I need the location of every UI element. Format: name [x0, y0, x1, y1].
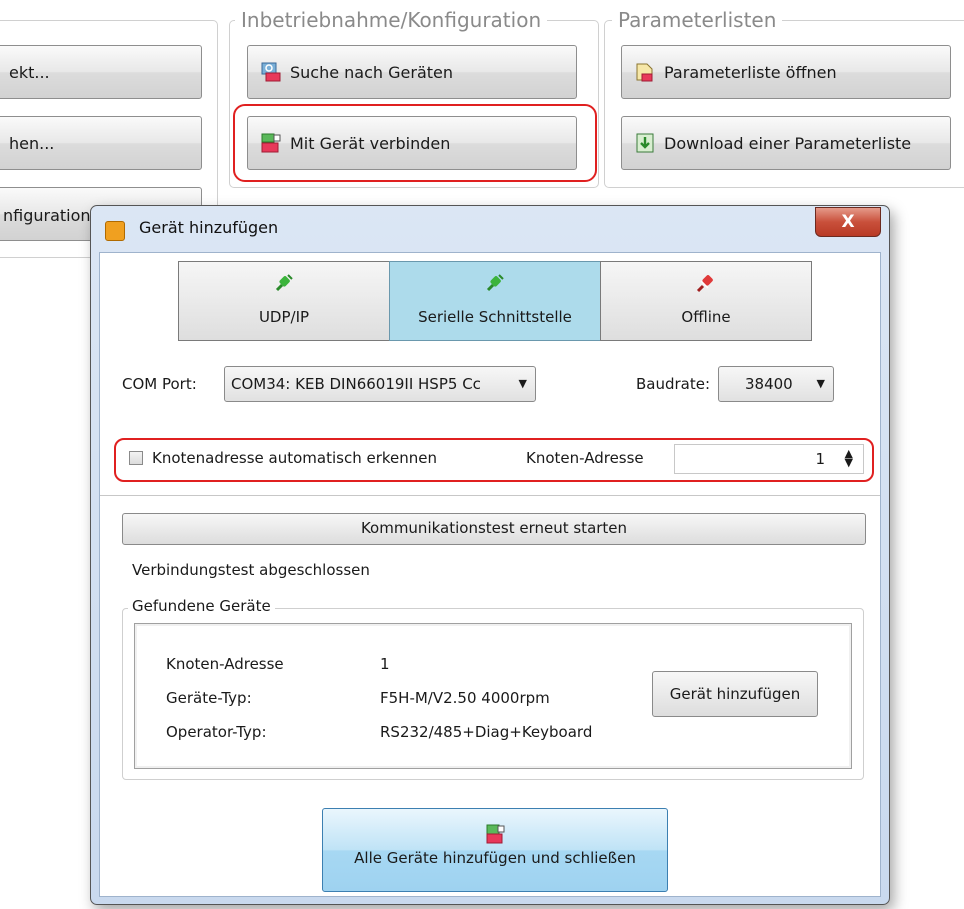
green-plug-icon	[484, 272, 506, 294]
connection-status-text: Verbindungstest abgeschlossen	[132, 561, 370, 579]
device-search-icon	[260, 61, 282, 83]
download-parameter-list-button[interactable]: Download einer Parameterliste	[621, 116, 951, 170]
tab-serial-interface-label: Serielle Schnittstelle	[418, 308, 572, 326]
device-type-value: F5H-M/V2.50 4000rpm	[380, 689, 550, 707]
app-icon	[105, 221, 125, 241]
green-plug-icon	[273, 272, 295, 294]
tab-udp-ip-label: UDP/IP	[258, 308, 310, 326]
open-file-icon	[634, 61, 656, 83]
operator-type-label: Operator-Typ:	[166, 723, 267, 741]
tab-offline-label: Offline	[681, 308, 731, 326]
com-port-select[interactable]: COM34: KEB DIN66019II HSP5 Cc ▼	[224, 366, 536, 402]
tab-serial-interface[interactable]: Serielle Schnittstelle	[389, 261, 601, 341]
open-button-label: hen...	[9, 133, 55, 153]
tab-offline[interactable]: Offline	[600, 261, 812, 341]
close-button[interactable]: X	[815, 207, 881, 237]
chevron-down-icon: ▼	[518, 377, 527, 390]
chevron-down-icon: ▼	[816, 377, 825, 390]
divider	[100, 495, 880, 496]
add-device-label: Gerät hinzufügen	[669, 685, 801, 703]
open-parameter-list-button[interactable]: Parameterliste öffnen	[621, 45, 951, 99]
baudrate-label: Baudrate:	[636, 375, 711, 393]
project-button[interactable]: ekt...	[0, 45, 202, 99]
retest-communication-label: Kommunikationstest erneut starten	[360, 519, 628, 537]
open-parameter-list-label: Parameterliste öffnen	[664, 62, 837, 82]
add-all-and-close-button[interactable]: Alle Geräte hinzufügen und schließen	[322, 808, 668, 892]
device-type-label: Geräte-Typ:	[166, 689, 252, 707]
com-port-value: COM34: KEB DIN66019II HSP5 Cc	[231, 375, 481, 393]
found-devices-title: Gefundene Geräte	[128, 597, 275, 615]
com-port-label: COM Port:	[122, 375, 197, 393]
found-node-address-label: Knoten-Adresse	[166, 655, 284, 673]
open-button[interactable]: hen...	[0, 116, 202, 170]
dialog-titlebar[interactable]: Gerät hinzufügen X	[91, 206, 889, 252]
parameter-lists-group-title: Parameterlisten	[612, 8, 783, 32]
add-device-button[interactable]: Gerät hinzufügen	[652, 671, 818, 717]
download-icon	[634, 132, 656, 154]
connect-highlight-frame	[233, 104, 597, 182]
project-button-label: ekt...	[9, 62, 50, 82]
close-icon: X	[841, 212, 855, 232]
retest-communication-button[interactable]: Kommunikationstest erneut starten	[122, 513, 866, 545]
found-node-address-value: 1	[380, 655, 390, 673]
keb-device-icon	[484, 823, 506, 845]
operator-type-value: RS232/485+Diag+Keyboard	[380, 723, 593, 741]
dialog-body: UDP/IP Serielle Schnittstelle Offline CO…	[99, 252, 881, 897]
download-parameter-list-label: Download einer Parameterliste	[664, 133, 912, 153]
configuration-button-label: nfiguration	[3, 206, 91, 225]
add-device-dialog: Gerät hinzufügen X UDP/IP Serielle Schni…	[90, 205, 890, 905]
tab-udp-ip[interactable]: UDP/IP	[178, 261, 390, 341]
baudrate-select[interactable]: 38400 ▼	[718, 366, 834, 402]
search-devices-label: Suche nach Geräten	[290, 62, 454, 82]
node-address-highlight-frame	[114, 438, 874, 482]
search-devices-button[interactable]: Suche nach Geräten	[247, 45, 577, 99]
baudrate-value: 38400	[745, 375, 793, 393]
add-all-and-close-label: Alle Geräte hinzufügen und schließen	[354, 849, 636, 867]
commissioning-group-title: Inbetriebnahme/Konfiguration	[235, 8, 548, 32]
dialog-title: Gerät hinzufügen	[139, 218, 279, 237]
red-plug-icon	[695, 272, 717, 294]
